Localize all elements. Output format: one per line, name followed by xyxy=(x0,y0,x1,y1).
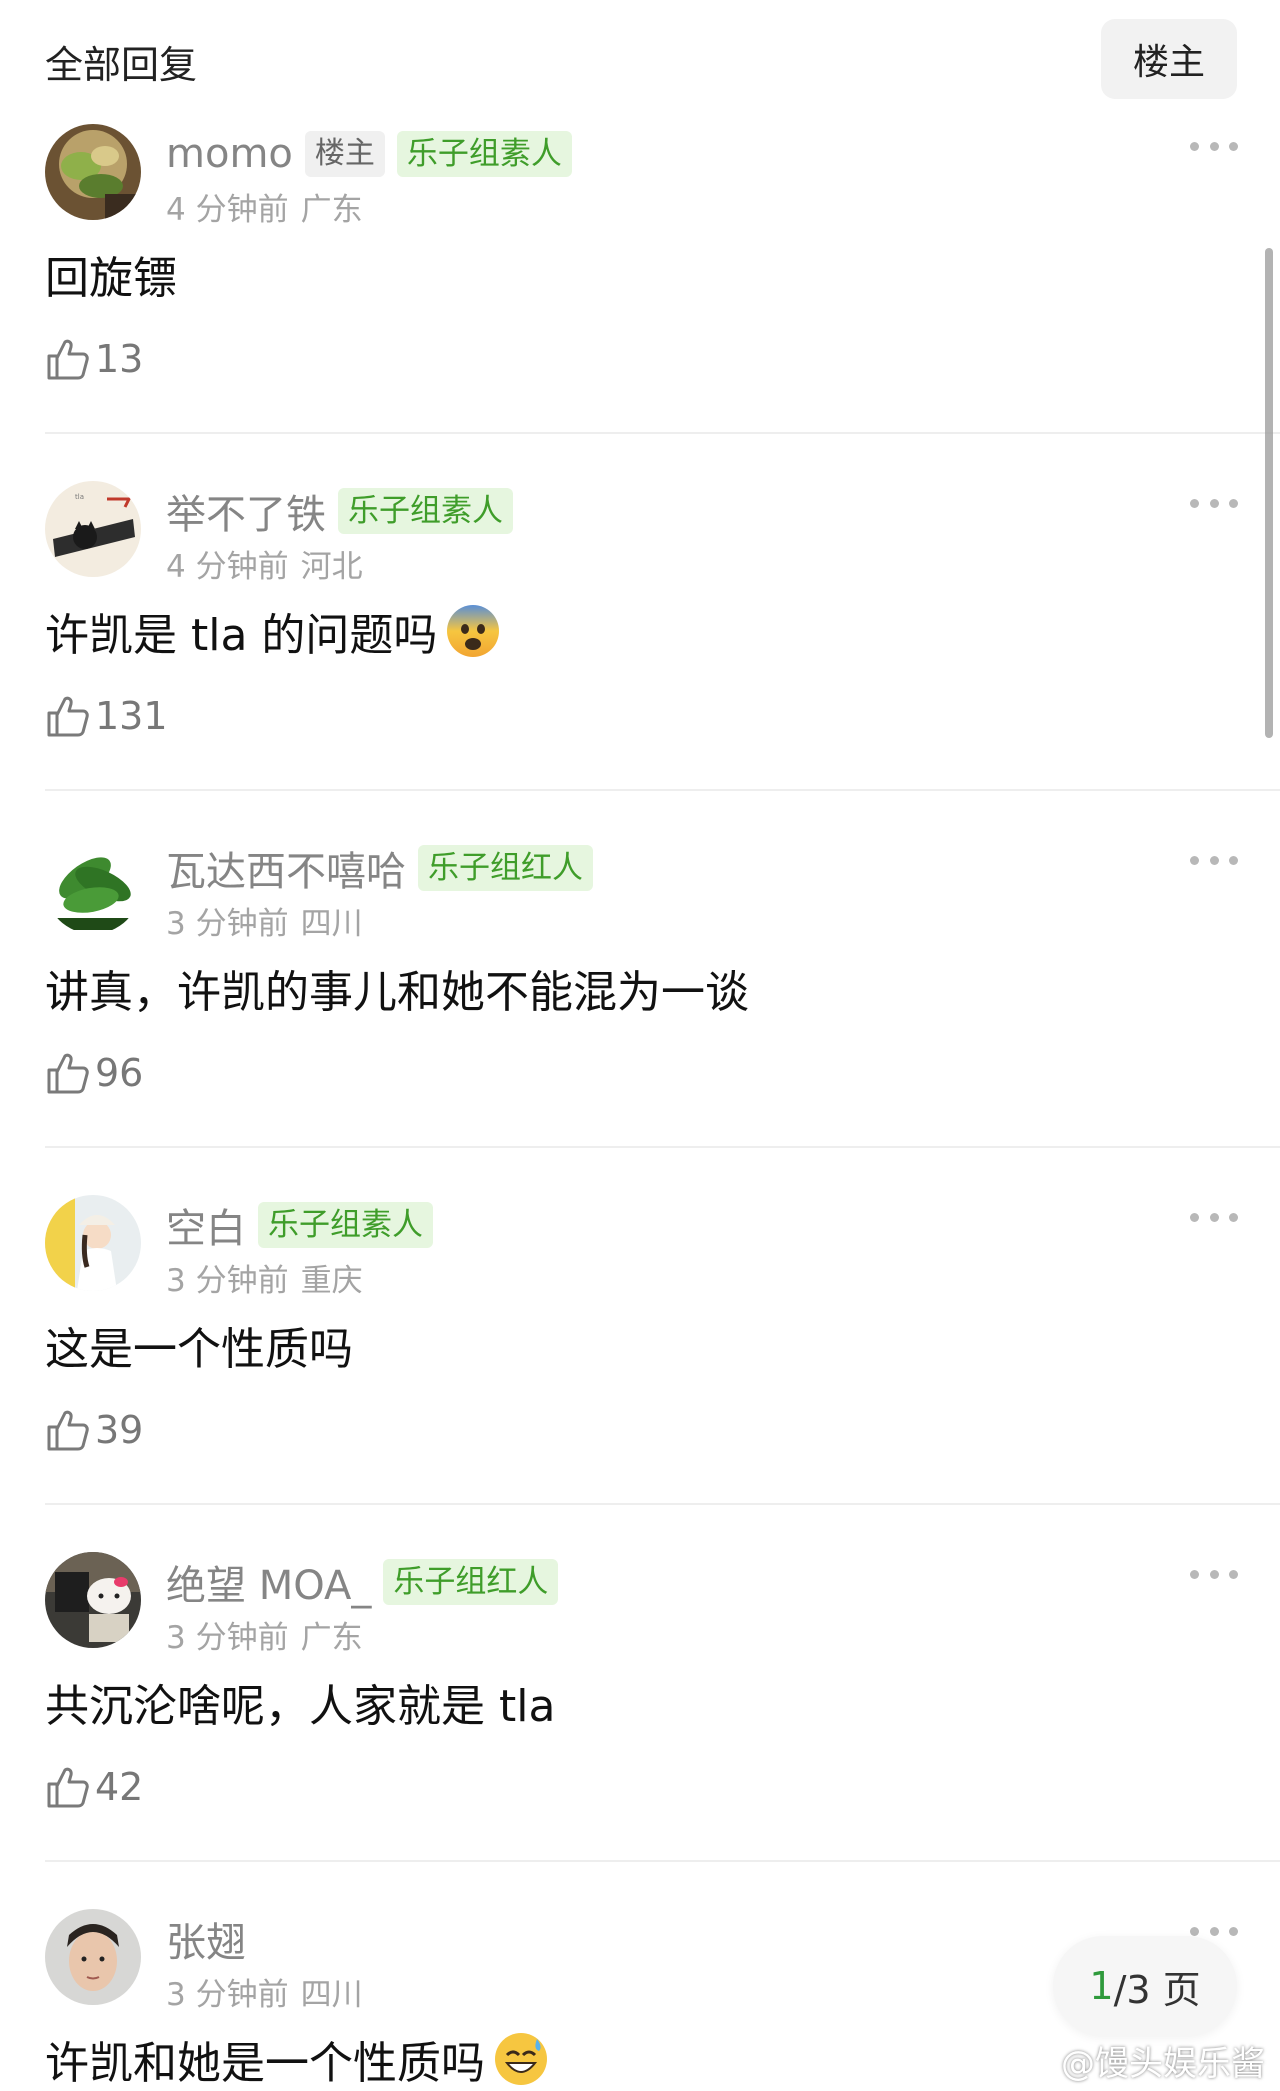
watermark: @馒头娱乐酱 xyxy=(1015,2036,1265,2085)
divider xyxy=(45,1860,1280,1862)
like-button[interactable]: 39 xyxy=(45,1407,143,1453)
like-button[interactable]: 131 xyxy=(45,693,168,739)
comment-meta: 4 分钟前 河北 xyxy=(166,541,363,586)
comment-text: 讲真，许凯的事儿和她不能混为一谈 xyxy=(45,967,749,1018)
comment-time: 3 分钟前 xyxy=(166,906,289,942)
comment-meta: 3 分钟前 四川 xyxy=(166,1969,363,2014)
comment-meta: 3 分钟前 广东 xyxy=(166,1612,363,1657)
comment-time: 3 分钟前 xyxy=(166,1263,289,1299)
username[interactable]: 举不了铁 xyxy=(166,482,326,540)
name-line: 绝望 MOA_ 乐子组红人 xyxy=(166,1558,559,1609)
comment-item: 绝望 MOA_ 乐子组红人 3 分钟前 广东 共沉沦啥呢，人家就是 tla 42 xyxy=(0,1552,1280,1909)
page-title: 全部回复 xyxy=(45,43,198,87)
comment-location: 广东 xyxy=(300,192,363,228)
comment-meta: 4 分钟前 广东 xyxy=(166,184,363,229)
thumbs-up-icon xyxy=(47,1767,89,1808)
group-badge: 乐子组红人 xyxy=(418,845,593,891)
comment-text: 许凯和她是一个性质吗 xyxy=(45,2027,549,2091)
svg-text:tla: tla xyxy=(75,493,84,501)
sweat-smile-face-icon xyxy=(495,2033,547,2085)
fearful-face-icon xyxy=(447,605,500,657)
total-pages: /3 页 xyxy=(1113,1967,1201,2012)
group-badge: 乐子组红人 xyxy=(383,1559,559,1605)
thumbs-up-icon xyxy=(47,1053,89,1094)
op-only-filter-button[interactable]: 楼主 xyxy=(1101,19,1237,99)
comment-item: tla 举不了铁 乐子组素人 4 分钟前 河北 许凯是 tla 的问题吗 131 xyxy=(0,481,1280,838)
comment-location: 四川 xyxy=(300,906,363,942)
name-line: 空白 乐子组素人 xyxy=(166,1201,433,1252)
thumbs-up-icon xyxy=(47,1410,89,1451)
like-button[interactable]: 13 xyxy=(45,336,143,382)
comment-location: 重庆 xyxy=(300,1263,363,1299)
group-badge: 乐子组素人 xyxy=(258,1202,433,1248)
avatar[interactable] xyxy=(45,1909,141,2005)
comment-time: 4 分钟前 xyxy=(166,192,289,228)
group-badge: 乐子组素人 xyxy=(338,488,513,534)
comment-text: 这是一个性质吗 xyxy=(45,1324,353,1375)
comment-location: 河北 xyxy=(300,549,363,585)
divider xyxy=(45,789,1280,791)
name-line: 瓦达西不嘻哈 乐子组红人 xyxy=(166,844,593,895)
current-page: 1 xyxy=(1089,1964,1114,2008)
scrollbar[interactable] xyxy=(1265,248,1273,738)
like-count: 42 xyxy=(95,1765,144,1809)
group-badge: 乐子组素人 xyxy=(396,131,572,177)
divider xyxy=(45,1146,1280,1148)
avatar[interactable] xyxy=(45,1195,141,1291)
avatar[interactable] xyxy=(45,124,141,220)
username[interactable]: 张翅 xyxy=(166,1910,246,1968)
like-count: 131 xyxy=(95,694,168,738)
header: 全部回复 楼主 xyxy=(0,0,1280,120)
divider xyxy=(45,432,1280,434)
watermark-text: @馒头娱乐酱 xyxy=(1061,2044,1265,2084)
op-badge: 楼主 xyxy=(304,131,385,177)
comment-time: 3 分钟前 xyxy=(166,1620,289,1656)
comment-item: 空白 乐子组素人 3 分钟前 重庆 这是一个性质吗 39 xyxy=(0,1195,1280,1552)
comment-item: momo 楼主 乐子组素人 4 分钟前 广东 回旋镖 13 xyxy=(0,124,1280,481)
name-line: 张翅 xyxy=(166,1915,246,1966)
avatar[interactable]: tla xyxy=(45,481,141,577)
thumbs-up-icon xyxy=(47,339,89,380)
comment-item: 瓦达西不嘻哈 乐子组红人 3 分钟前 四川 讲真，许凯的事儿和她不能混为一谈 96 xyxy=(0,838,1280,1195)
avatar[interactable] xyxy=(45,838,141,934)
like-count: 39 xyxy=(95,1408,144,1452)
comment-text: 共沉沦啥呢，人家就是 tla xyxy=(45,1681,556,1732)
like-button[interactable]: 42 xyxy=(45,1764,143,1810)
username[interactable]: 瓦达西不嘻哈 xyxy=(166,839,406,897)
comment-text: 回旋镖 xyxy=(45,253,177,304)
comment-time: 4 分钟前 xyxy=(166,549,289,585)
like-count: 96 xyxy=(95,1051,144,1095)
more-options-icon[interactable] xyxy=(1190,491,1238,515)
name-line: 举不了铁 乐子组素人 xyxy=(166,487,513,538)
weibo-logo-icon xyxy=(1015,2046,1054,2077)
divider xyxy=(45,1503,1280,1505)
username[interactable]: momo xyxy=(166,131,293,177)
more-options-icon[interactable] xyxy=(1190,848,1238,872)
page-indicator[interactable]: 1/3 页 xyxy=(1053,1936,1237,2036)
thumbs-up-icon xyxy=(47,696,89,737)
name-line: momo 楼主 乐子组素人 xyxy=(166,130,572,178)
comment-text: 许凯是 tla 的问题吗 xyxy=(45,599,501,663)
like-count: 13 xyxy=(95,337,144,381)
more-options-icon[interactable] xyxy=(1190,134,1238,158)
more-options-icon[interactable] xyxy=(1190,1562,1238,1586)
username[interactable]: 空白 xyxy=(166,1196,246,1254)
comment-meta: 3 分钟前 重庆 xyxy=(166,1255,363,1300)
like-button[interactable]: 96 xyxy=(45,1050,143,1096)
avatar[interactable] xyxy=(45,1552,141,1648)
comment-time: 3 分钟前 xyxy=(166,1977,289,2013)
username[interactable]: 绝望 MOA_ xyxy=(166,1553,371,1611)
more-options-icon[interactable] xyxy=(1190,1205,1238,1229)
comment-meta: 3 分钟前 四川 xyxy=(166,898,363,943)
comment-location: 四川 xyxy=(300,1977,363,2013)
comment-location: 广东 xyxy=(300,1620,363,1656)
